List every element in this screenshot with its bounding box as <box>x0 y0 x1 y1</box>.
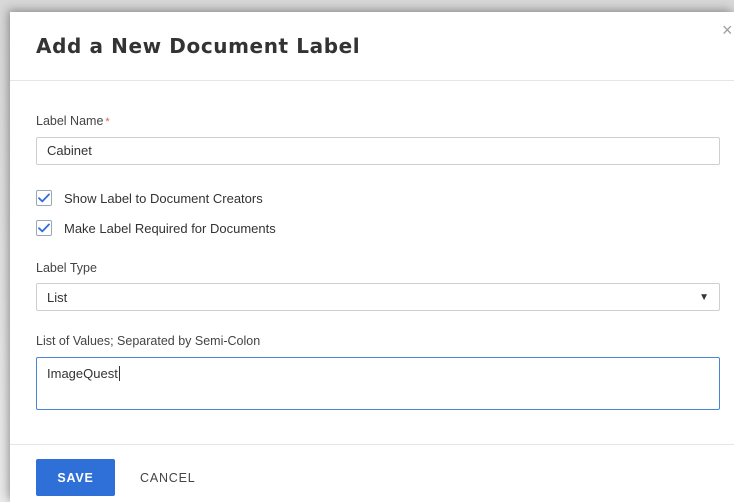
list-values-text: ImageQuest <box>47 366 118 381</box>
save-button[interactable]: SAVE <box>36 459 115 496</box>
close-icon[interactable]: × <box>722 20 734 40</box>
dialog-header: Add a New Document Label <box>10 12 734 81</box>
add-document-label-dialog: Add a New Document Label × Label Name * C… <box>10 12 734 502</box>
label-name-value: Cabinet <box>47 143 92 158</box>
show-to-creators-label: Show Label to Document Creators <box>64 190 263 206</box>
label-name-label: Label Name * <box>36 114 110 128</box>
required-asterisk: * <box>105 116 110 128</box>
footer-divider <box>10 444 734 445</box>
label-type-select[interactable]: List ▼ <box>36 283 720 311</box>
dialog-title: Add a New Document Label <box>36 34 361 58</box>
make-required-checkbox[interactable] <box>36 220 52 236</box>
list-values-textarea[interactable]: ImageQuest <box>36 357 720 410</box>
label-name-input[interactable]: Cabinet <box>36 137 720 165</box>
cancel-button[interactable]: CANCEL <box>140 459 196 496</box>
make-required-row[interactable]: Make Label Required for Documents <box>36 219 276 237</box>
label-type-selected: List <box>47 289 68 305</box>
make-required-label: Make Label Required for Documents <box>64 220 276 236</box>
list-values-label: List of Values; Separated by Semi-Colon <box>36 334 261 348</box>
show-to-creators-row[interactable]: Show Label to Document Creators <box>36 189 263 207</box>
text-cursor <box>118 366 120 381</box>
check-icon <box>38 223 50 233</box>
caret-down-icon: ▼ <box>699 291 709 303</box>
label-name-text: Label Name <box>36 114 104 128</box>
show-to-creators-checkbox[interactable] <box>36 190 52 206</box>
check-icon <box>38 193 50 203</box>
label-type-label: Label Type <box>36 261 97 275</box>
